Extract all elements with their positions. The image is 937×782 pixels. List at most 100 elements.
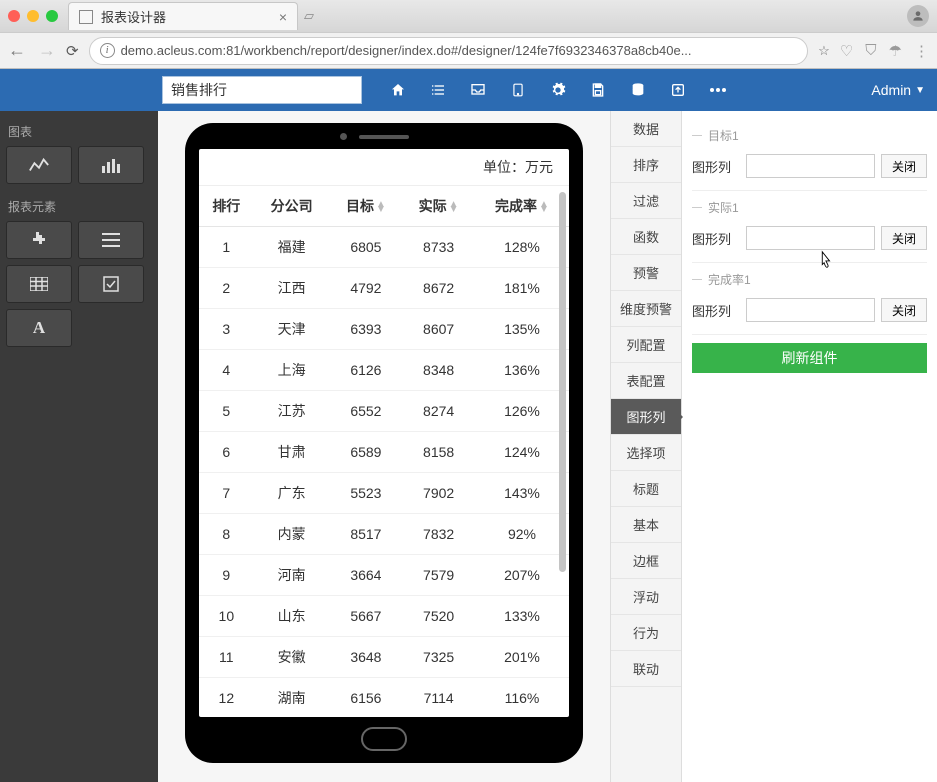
config-row: 图形列 关闭 (692, 292, 927, 335)
data-table: 排行分公司目标▲▼实际▲▼完成率▲▼ 1福建68058733128%2江西479… (199, 186, 569, 717)
col-rank[interactable]: 排行 (199, 186, 254, 227)
prop-tab-表配置[interactable]: 表配置 (611, 363, 681, 399)
refresh-component-button[interactable]: 刷新组件 (692, 343, 927, 373)
browser-chrome: 报表设计器 × ▱ ← → ⟳ i demo.acleus.com:81/wor… (0, 0, 937, 69)
prop-tab-过滤[interactable]: 过滤 (611, 183, 681, 219)
unit-label: 单位：万元 (199, 149, 569, 186)
table-row[interactable]: 6甘肃65898158124% (199, 432, 569, 473)
prop-tab-图形列[interactable]: 图形列 (611, 399, 681, 435)
config-field-label: 图形列 (692, 157, 740, 176)
col-actual[interactable]: 实际▲▼ (402, 186, 475, 227)
col-rate[interactable]: 完成率▲▼ (475, 186, 569, 227)
prop-tab-基本[interactable]: 基本 (611, 507, 681, 543)
list-icon[interactable] (420, 72, 456, 108)
prop-tab-维度预警[interactable]: 维度预警 (611, 291, 681, 327)
address-bar: ← → ⟳ i demo.acleus.com:81/workbench/rep… (0, 32, 937, 68)
umbrella-icon[interactable]: ☂ (889, 42, 902, 60)
table-row[interactable]: 10山东56677520133% (199, 596, 569, 637)
gear-icon[interactable] (540, 72, 576, 108)
bookmark-icon[interactable]: ☆ (818, 43, 830, 59)
more-icon[interactable] (700, 72, 736, 108)
col-target[interactable]: 目标▲▼ (330, 186, 403, 227)
share-icon[interactable] (660, 72, 696, 108)
text-tool[interactable]: A (6, 309, 72, 347)
table-row[interactable]: 3天津63938607135% (199, 309, 569, 350)
report-title-input[interactable] (162, 76, 362, 104)
inbox-icon[interactable] (460, 72, 496, 108)
tab-close-icon[interactable]: × (279, 9, 287, 25)
line-chart-tool[interactable] (6, 146, 72, 184)
config-field-input[interactable] (746, 154, 875, 178)
config-field-label: 图形列 (692, 301, 740, 320)
close-window-icon[interactable] (8, 10, 20, 22)
url-text: demo.acleus.com:81/workbench/report/desi… (121, 43, 692, 58)
prop-tab-标题[interactable]: 标题 (611, 471, 681, 507)
prop-tab-排序[interactable]: 排序 (611, 147, 681, 183)
table-row[interactable]: 7广东55237902143% (199, 473, 569, 514)
profile-icon[interactable] (907, 5, 929, 27)
user-menu[interactable]: Admin ▼ (871, 82, 925, 98)
config-row: 图形列 关闭 (692, 220, 927, 263)
url-field[interactable]: i demo.acleus.com:81/workbench/report/de… (89, 37, 809, 65)
table-scroll[interactable]: 排行分公司目标▲▼实际▲▼完成率▲▼ 1福建68058733128%2江西479… (199, 186, 569, 717)
reload-icon[interactable]: ⟳ (66, 42, 79, 60)
bar-chart-tool[interactable] (78, 146, 144, 184)
minimize-window-icon[interactable] (27, 10, 39, 22)
home-icon[interactable] (380, 72, 416, 108)
prop-tab-数据[interactable]: 数据 (611, 111, 681, 147)
table-row[interactable]: 4上海61268348136% (199, 350, 569, 391)
prop-tab-选择项[interactable]: 选择项 (611, 435, 681, 471)
design-canvas[interactable]: 单位：万元 排行分公司目标▲▼实际▲▼完成率▲▼ 1福建68058733128%… (158, 111, 610, 782)
table-tool[interactable] (6, 265, 72, 303)
table-row[interactable]: 11安徽36487325201% (199, 637, 569, 678)
prop-tab-列配置[interactable]: 列配置 (611, 327, 681, 363)
config-field-label: 图形列 (692, 229, 740, 248)
prop-tab-边框[interactable]: 边框 (611, 543, 681, 579)
prop-tab-预警[interactable]: 预警 (611, 255, 681, 291)
prop-tab-函数[interactable]: 函数 (611, 219, 681, 255)
maximize-window-icon[interactable] (46, 10, 58, 22)
config-section-title: 目标1 (692, 119, 927, 148)
config-close-button[interactable]: 关闭 (881, 154, 927, 178)
config-field-input[interactable] (746, 226, 875, 250)
col-company[interactable]: 分公司 (254, 186, 330, 227)
table-row[interactable]: 9河南36647579207% (199, 555, 569, 596)
caret-down-icon: ▼ (915, 85, 925, 96)
checkbox-tool[interactable] (78, 265, 144, 303)
new-tab-button[interactable]: ▱ (304, 8, 314, 24)
config-close-button[interactable]: 关闭 (881, 226, 927, 250)
prop-tab-行为[interactable]: 行为 (611, 615, 681, 651)
menu-tool[interactable] (78, 221, 144, 259)
section-elements-label: 报表元素 (6, 194, 152, 221)
save-icon[interactable] (580, 72, 616, 108)
table-row[interactable]: 5江苏65528274126% (199, 391, 569, 432)
back-icon[interactable]: ← (8, 40, 26, 61)
config-field-input[interactable] (746, 298, 875, 322)
browser-tab[interactable]: 报表设计器 × (68, 2, 298, 30)
config-panel: 目标1图形列关闭实际1图形列关闭完成率1图形列关闭刷新组件 (682, 111, 937, 782)
scrollbar[interactable] (559, 192, 566, 572)
prop-tab-联动[interactable]: 联动 (611, 651, 681, 687)
app-body: 图表 报表元素 A 单位：万元 排行分公司目标▲▼实际▲▼完成率▲▼ 1福建68… (0, 111, 937, 782)
table-row[interactable]: 1福建68058733128% (199, 227, 569, 268)
prop-tab-浮动[interactable]: 浮动 (611, 579, 681, 615)
database-icon[interactable] (620, 72, 656, 108)
extension-icon[interactable]: ♡ (840, 42, 853, 60)
config-close-button[interactable]: 关闭 (881, 298, 927, 322)
section-charts-label: 图表 (6, 119, 152, 146)
window-controls[interactable] (8, 10, 58, 22)
table-row[interactable]: 12湖南61567114116% (199, 678, 569, 718)
table-row[interactable]: 2江西47928672181% (199, 268, 569, 309)
tablet-icon[interactable] (500, 72, 536, 108)
browser-titlebar: 报表设计器 × ▱ (0, 0, 937, 32)
device-frame: 单位：万元 排行分公司目标▲▼实际▲▼完成率▲▼ 1福建68058733128%… (185, 123, 583, 763)
property-tabs: 数据排序过滤函数预警维度预警列配置表配置图形列选择项标题基本边框浮动行为联动 (610, 111, 682, 782)
component-tool[interactable] (6, 221, 72, 259)
menu-icon[interactable]: ⋮ (914, 42, 929, 60)
device-screen: 单位：万元 排行分公司目标▲▼实际▲▼完成率▲▼ 1福建68058733128%… (199, 149, 569, 717)
user-label: Admin (871, 82, 911, 98)
table-row[interactable]: 8内蒙8517783292% (199, 514, 569, 555)
site-info-icon[interactable]: i (100, 43, 115, 58)
shield-icon[interactable]: ⛉ (865, 42, 876, 60)
left-sidebar: 图表 报表元素 A (0, 111, 158, 782)
